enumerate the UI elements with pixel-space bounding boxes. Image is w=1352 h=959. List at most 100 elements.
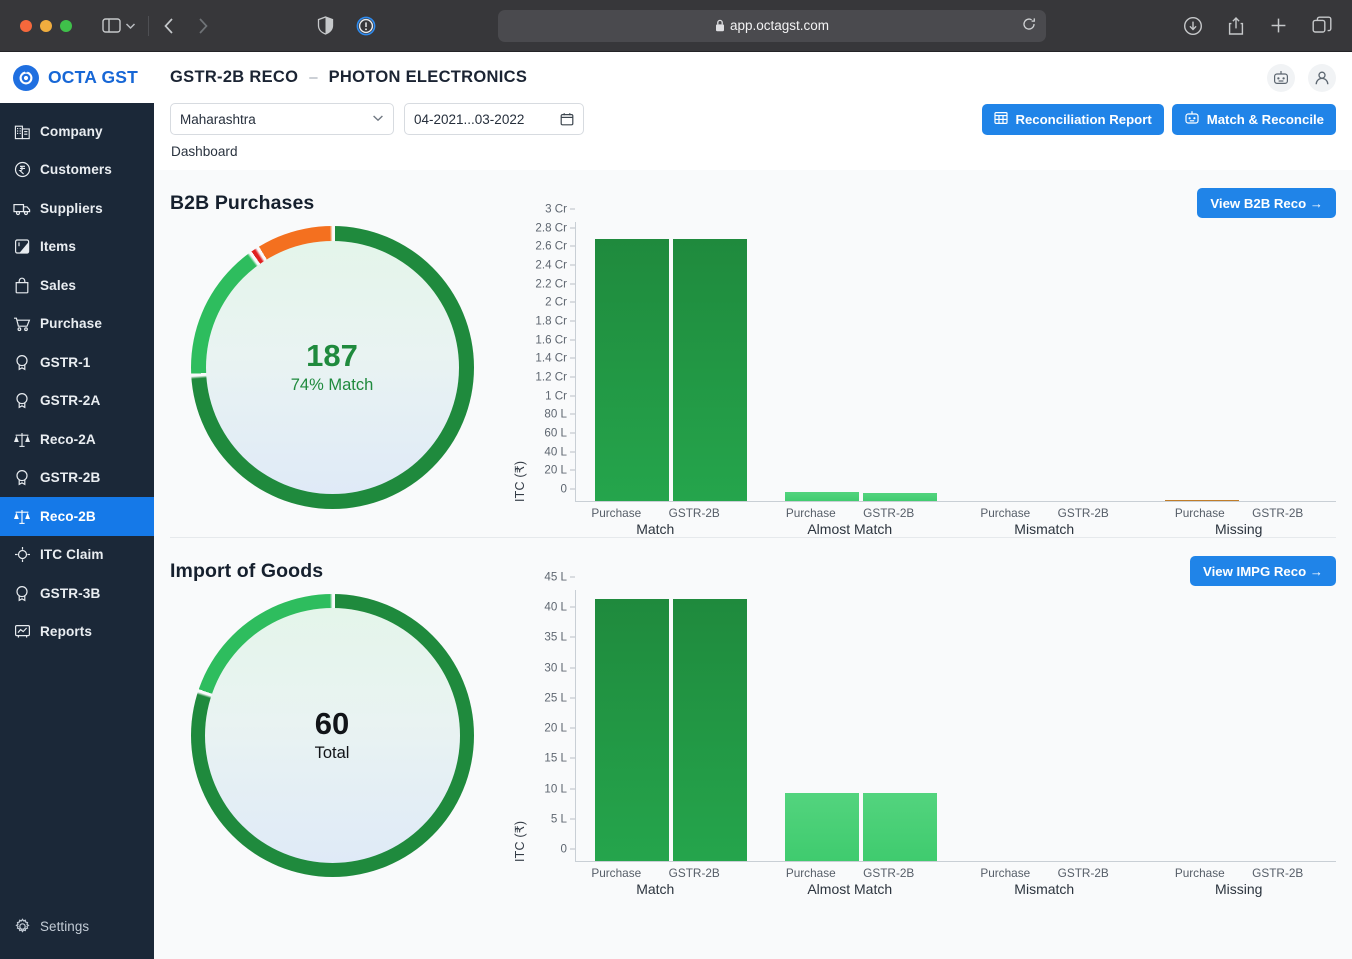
state-select[interactable]: Maharashtra — [170, 103, 394, 135]
y-axis-tick: 2 Cr — [545, 296, 575, 309]
y-axis-tick-label: 45 L — [544, 570, 567, 584]
sidebar-item-items[interactable]: Items — [0, 228, 154, 267]
shield-icon[interactable] — [317, 16, 334, 35]
x-axis-group: Purchase GSTR-2B Mismatch — [947, 506, 1142, 537]
window-controls — [20, 19, 72, 32]
y-axis-tick-label: 2.4 Cr — [535, 258, 567, 272]
y-axis-tick: 1 Cr — [545, 389, 575, 402]
sidebar-item-gstr-2b[interactable]: GSTR-2B — [0, 459, 154, 498]
calendar-icon[interactable] — [560, 112, 574, 126]
y-axis-tick: 1.8 Cr — [535, 315, 575, 328]
brand-row[interactable]: OCTA GST — [0, 52, 154, 103]
sidebar-toggle-icon — [102, 18, 121, 33]
sidebar-item-gstr-2a[interactable]: GSTR-2A — [0, 382, 154, 421]
x-axis-subtick-label: GSTR-2B — [1252, 506, 1304, 520]
back-arrow-icon[interactable] — [163, 16, 176, 36]
brand-name: OCTA GST — [48, 67, 139, 87]
x-axis-group: Purchase GSTR-2B Almost Match — [753, 866, 948, 897]
tick-dash-icon — [570, 208, 575, 210]
sidebar-item-settings[interactable]: Settings — [0, 908, 154, 947]
x-axis-subtick-label: Purchase — [1174, 506, 1225, 520]
sidebar-item-reco-2b[interactable]: Reco-2B — [0, 497, 154, 536]
x-axis-category-label: Almost Match — [807, 881, 893, 897]
building-icon — [13, 122, 31, 140]
bar-group-match — [576, 590, 766, 862]
sidebar-item-customers[interactable]: Customers — [0, 151, 154, 190]
sidebar-item-label: Reco-2B — [40, 508, 96, 524]
sidebar-item-label: Purchase — [40, 316, 103, 332]
y-axis-tick-label: 40 L — [544, 445, 567, 459]
tab-overview-icon[interactable] — [1312, 16, 1332, 35]
bar-group-missing — [1146, 222, 1336, 502]
x-axis-category-label: Mismatch — [1014, 881, 1075, 897]
reconciliation-report-button[interactable]: Reconciliation Report — [982, 103, 1164, 135]
dashboard-content: B2B Purchases View B2B Reco → 187 74% Ma… — [154, 170, 1352, 959]
plus-icon[interactable] — [1269, 16, 1288, 35]
view-reco-button[interactable]: View B2B Reco → — [1197, 188, 1336, 218]
y-axis-tick-label: 1.8 Cr — [535, 314, 567, 328]
sidebar-item-sales[interactable]: Sales — [0, 266, 154, 305]
sidebar-footer: Settings — [0, 908, 154, 959]
robot-avatar-icon[interactable] — [1267, 63, 1295, 92]
match-and-reconcile-button[interactable]: Match & Reconcile — [1171, 103, 1336, 135]
x-axis-group: Purchase GSTR-2B Missing — [1142, 866, 1337, 897]
y-axis-tick: 0 — [561, 843, 575, 856]
section-title: Import of Goods — [170, 559, 324, 582]
bar[interactable] — [595, 599, 669, 862]
bar-chart: ITC (₹) 0 20 L 40 L 60 L 80 L 1 Cr 1.2 Cr 1.4 C… — [510, 203, 1336, 537]
app-sidebar: OCTA GST Company Customers Suppliers Ite… — [0, 52, 154, 959]
info-icon[interactable] — [356, 16, 376, 36]
download-icon[interactable] — [1183, 16, 1203, 36]
maximize-window-button[interactable] — [60, 19, 72, 32]
y-axis-tick: 15 L — [544, 752, 575, 765]
sidebar-toggle-button[interactable] — [102, 18, 136, 33]
bar-group-match — [576, 222, 766, 502]
y-axis-tick: 2.4 Cr — [535, 259, 575, 272]
title-row: GSTR-2B RECO – PHOTON ELECTRONICS — [170, 52, 1336, 103]
sidebar-item-itc-claim[interactable]: ITC Claim — [0, 536, 154, 575]
x-axis-group: Purchase GSTR-2B Match — [558, 506, 753, 537]
y-axis-tick-label: 2 Cr — [545, 295, 567, 309]
y-axis-tick-label: 0 — [560, 842, 567, 856]
robot-icon — [1184, 110, 1200, 128]
x-axis-baseline — [576, 501, 1336, 502]
reload-icon[interactable] — [1022, 17, 1036, 34]
url-text: app.octagst.com — [729, 18, 830, 33]
page-title: GSTR-2B RECO — [170, 68, 299, 86]
x-axis-subtick-label: GSTR-2B — [1057, 506, 1109, 520]
y-axis-tick: 40 L — [544, 601, 575, 614]
x-axis-subtick-label: Purchase — [591, 866, 642, 880]
chevron-down-icon — [125, 22, 136, 30]
share-icon[interactable] — [1227, 16, 1245, 36]
minimize-window-button[interactable] — [40, 19, 52, 32]
sidebar-item-reco-2a[interactable]: Reco-2A — [0, 420, 154, 459]
bar[interactable] — [863, 792, 937, 862]
bar[interactable] — [673, 599, 747, 862]
y-axis-tick-label: 2.8 Cr — [535, 221, 567, 235]
truck-icon — [13, 199, 31, 217]
close-window-button[interactable] — [20, 19, 32, 32]
sidebar-item-purchase[interactable]: Purchase — [0, 305, 154, 344]
sidebar-item-gstr-3b[interactable]: GSTR-3B — [0, 574, 154, 613]
bar[interactable] — [673, 238, 747, 502]
date-range-input[interactable]: 04-2021...03-2022 — [404, 103, 584, 135]
main-panel: GSTR-2B RECO – PHOTON ELECTRONICS Mahara… — [154, 52, 1352, 959]
x-axis-category-label: Mismatch — [1014, 521, 1075, 537]
donut-chart: 60 Total — [190, 594, 474, 877]
bar-group-mismatch — [956, 222, 1146, 502]
view-reco-button[interactable]: View IMPG Reco → — [1190, 556, 1336, 586]
sidebar-item-label: Sales — [40, 277, 77, 293]
award-icon — [13, 584, 31, 602]
sidebar-item-company[interactable]: Company — [0, 112, 154, 151]
y-axis-tick-label: 15 L — [544, 751, 567, 765]
url-bar[interactable]: app.octagst.com — [498, 9, 1046, 42]
award-icon — [13, 392, 31, 410]
sidebar-item-suppliers[interactable]: Suppliers — [0, 189, 154, 228]
forward-arrow-icon[interactable] — [196, 16, 209, 36]
x-axis-subtick-label: Purchase — [785, 506, 836, 520]
sidebar-item-gstr-1[interactable]: GSTR-1 — [0, 343, 154, 382]
bar[interactable] — [785, 792, 859, 862]
bar[interactable] — [595, 238, 669, 502]
user-avatar-icon[interactable] — [1308, 63, 1336, 92]
sidebar-item-reports[interactable]: Reports — [0, 613, 154, 652]
